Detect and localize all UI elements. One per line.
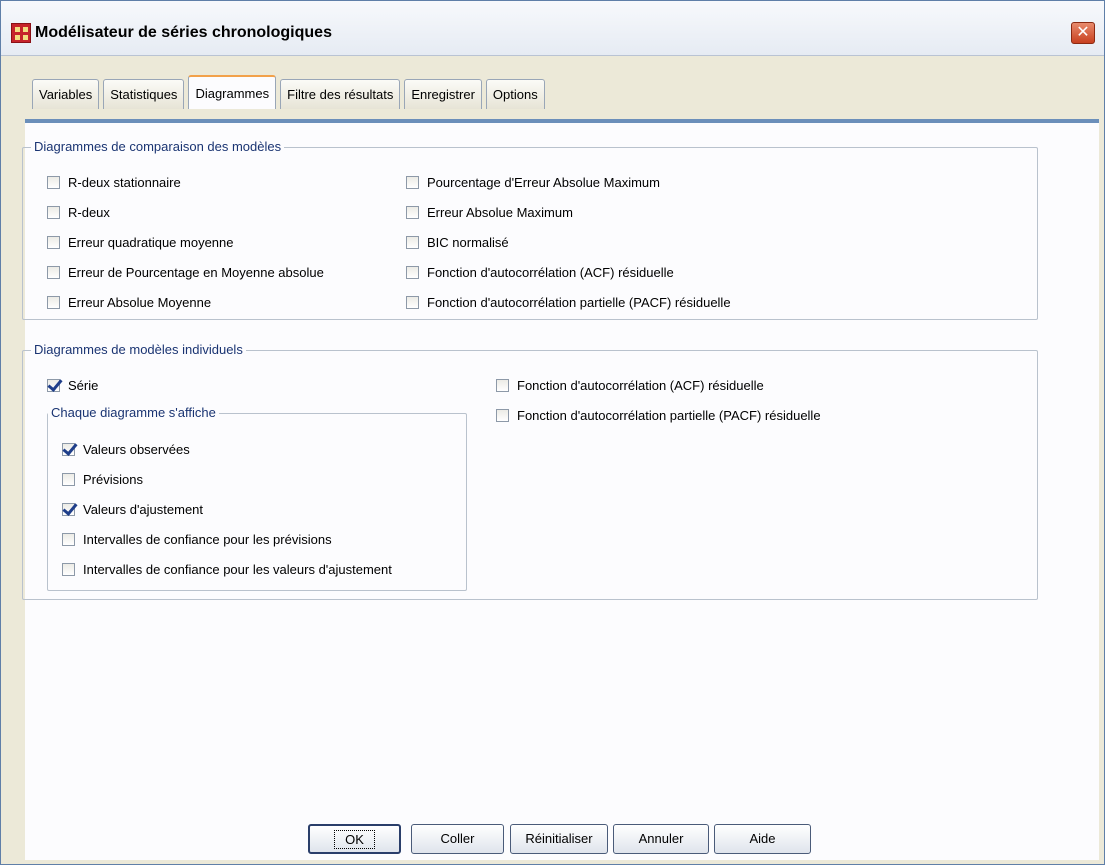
checkbox-valeurs-ajustement[interactable]: Valeurs d'ajustement — [62, 500, 203, 518]
checkbox-label: Fonction d'autocorrélation (ACF) résidue… — [427, 264, 674, 280]
checkbox-label: Erreur quadratique moyenne — [68, 234, 234, 250]
tab-statistiques[interactable]: Statistiques — [103, 79, 185, 109]
checkbox-r-deux-stationnaire[interactable]: R-deux stationnaire — [47, 173, 181, 191]
app-icon — [11, 23, 31, 43]
checkbox-label: Intervalles de confiance pour les prévis… — [83, 531, 332, 547]
checkbox-box[interactable] — [62, 532, 75, 546]
checkbox-label: Fonction d'autocorrélation (ACF) résidue… — [517, 377, 764, 393]
checkbox-box[interactable] — [62, 442, 75, 456]
title-bar[interactable]: Modélisateur de séries chronologiques ✕ — [1, 1, 1104, 56]
checkbox-erreur-quadratique-moyenne[interactable]: Erreur quadratique moyenne — [47, 233, 234, 251]
paste-button[interactable]: Coller — [411, 824, 504, 854]
each-plot-legend: Chaque diagramme s'affiche — [48, 405, 219, 420]
checkbox-box[interactable] — [47, 265, 60, 279]
checkbox-box[interactable] — [406, 205, 419, 219]
checkbox-individual-pacf-residuelle[interactable]: Fonction d'autocorrélation partielle (PA… — [496, 406, 821, 424]
checkbox-label: BIC normalisé — [427, 234, 509, 250]
checkbox-box[interactable] — [62, 472, 75, 486]
tab-enregistrer[interactable]: Enregistrer — [404, 79, 482, 109]
tab-filtre-des-resultats[interactable]: Filtre des résultats — [280, 79, 401, 109]
checkbox-r-deux[interactable]: R-deux — [47, 203, 110, 221]
checkbox-box[interactable] — [62, 562, 75, 576]
tab-options[interactable]: Options — [485, 79, 545, 109]
checkbox-label: Prévisions — [83, 471, 143, 487]
help-button[interactable]: Aide — [714, 824, 811, 854]
each-plot-group: Chaque diagramme s'affiche Valeurs obser… — [47, 405, 467, 591]
checkbox-intervalles-previsions[interactable]: Intervalles de confiance pour les prévis… — [62, 530, 332, 548]
checkbox-box[interactable] — [62, 502, 75, 516]
checkbox-box[interactable] — [47, 235, 60, 249]
checkbox-label: Erreur de Pourcentage en Moyenne absolue — [68, 264, 324, 280]
reset-button[interactable]: Réinitialiser — [510, 824, 608, 854]
checkbox-previsions[interactable]: Prévisions — [62, 470, 143, 488]
checkbox-label: Erreur Absolue Moyenne — [68, 294, 212, 310]
model-comparison-group: Diagrammes de comparaison des modèles R-… — [22, 139, 1038, 320]
checkbox-acf-residuelle[interactable]: Fonction d'autocorrélation (ACF) résidue… — [406, 263, 674, 281]
cancel-button[interactable]: Annuler — [613, 824, 709, 854]
window-title: Modélisateur de séries chronologiques — [35, 24, 332, 41]
checkbox-pacf-residuelle[interactable]: Fonction d'autocorrélation partielle (PA… — [406, 293, 731, 311]
checkbox-erreur-pourcentage-moyenne-absolue[interactable]: Erreur de Pourcentage en Moyenne absolue — [47, 263, 324, 281]
dialog-window: Modélisateur de séries chronologiques ✕ … — [0, 0, 1105, 865]
checkbox-box[interactable] — [47, 378, 60, 392]
tab-diagrammes[interactable]: Diagrammes — [188, 75, 277, 109]
checkbox-intervalles-ajustement[interactable]: Intervalles de confiance pour les valeur… — [62, 560, 392, 578]
tab-variables[interactable]: Variables — [32, 79, 100, 109]
checkbox-box[interactable] — [406, 235, 419, 249]
checkbox-box[interactable] — [47, 205, 60, 219]
individual-models-group: Diagrammes de modèles individuels Série … — [22, 342, 1038, 600]
checkbox-label: Valeurs observées — [83, 441, 190, 457]
checkbox-label: R-deux — [68, 204, 110, 220]
checkbox-label: Valeurs d'ajustement — [83, 501, 204, 517]
checkbox-valeurs-observees[interactable]: Valeurs observées — [62, 440, 190, 458]
checkbox-label: Erreur Absolue Maximum — [427, 204, 573, 220]
checkbox-box[interactable] — [47, 295, 60, 309]
checkbox-box[interactable] — [406, 175, 419, 189]
model-comparison-legend: Diagrammes de comparaison des modèles — [31, 139, 285, 154]
checkbox-label: Fonction d'autocorrélation partielle (PA… — [517, 407, 821, 423]
ok-button[interactable]: OK — [308, 824, 401, 854]
checkbox-box[interactable] — [406, 295, 419, 309]
checkbox-label: Fonction d'autocorrélation partielle (PA… — [427, 294, 731, 310]
checkbox-erreur-absolue-maximum[interactable]: Erreur Absolue Maximum — [406, 203, 573, 221]
checkbox-box[interactable] — [47, 175, 60, 189]
checkbox-label: R-deux stationnaire — [68, 174, 181, 190]
dialog-client-area: Variables Statistiques Diagrammes Filtre… — [6, 57, 1099, 862]
checkbox-box[interactable] — [496, 408, 509, 422]
individual-models-legend: Diagrammes de modèles individuels — [31, 342, 246, 357]
button-bar: OK Coller Réinitialiser Annuler Aide — [6, 819, 1099, 859]
tab-panel-diagrammes: Diagrammes de comparaison des modèles R-… — [22, 119, 1099, 860]
checkbox-erreur-absolue-moyenne[interactable]: Erreur Absolue Moyenne — [47, 293, 211, 311]
checkbox-pourcentage-erreur-absolue-maximum[interactable]: Pourcentage d'Erreur Absolue Maximum — [406, 173, 660, 191]
checkbox-serie[interactable]: Série — [47, 376, 98, 394]
close-icon[interactable]: ✕ — [1071, 22, 1095, 44]
ok-button-label: OK — [334, 830, 375, 849]
checkbox-box[interactable] — [496, 378, 509, 392]
tab-strip: Variables Statistiques Diagrammes Filtre… — [32, 75, 549, 109]
checkbox-box[interactable] — [406, 265, 419, 279]
checkbox-label: Série — [68, 377, 99, 393]
checkbox-individual-acf-residuelle[interactable]: Fonction d'autocorrélation (ACF) résidue… — [496, 376, 764, 394]
checkbox-label: Intervalles de confiance pour les valeur… — [83, 561, 392, 577]
checkbox-bic-normalise[interactable]: BIC normalisé — [406, 233, 509, 251]
checkbox-label: Pourcentage d'Erreur Absolue Maximum — [427, 174, 660, 190]
